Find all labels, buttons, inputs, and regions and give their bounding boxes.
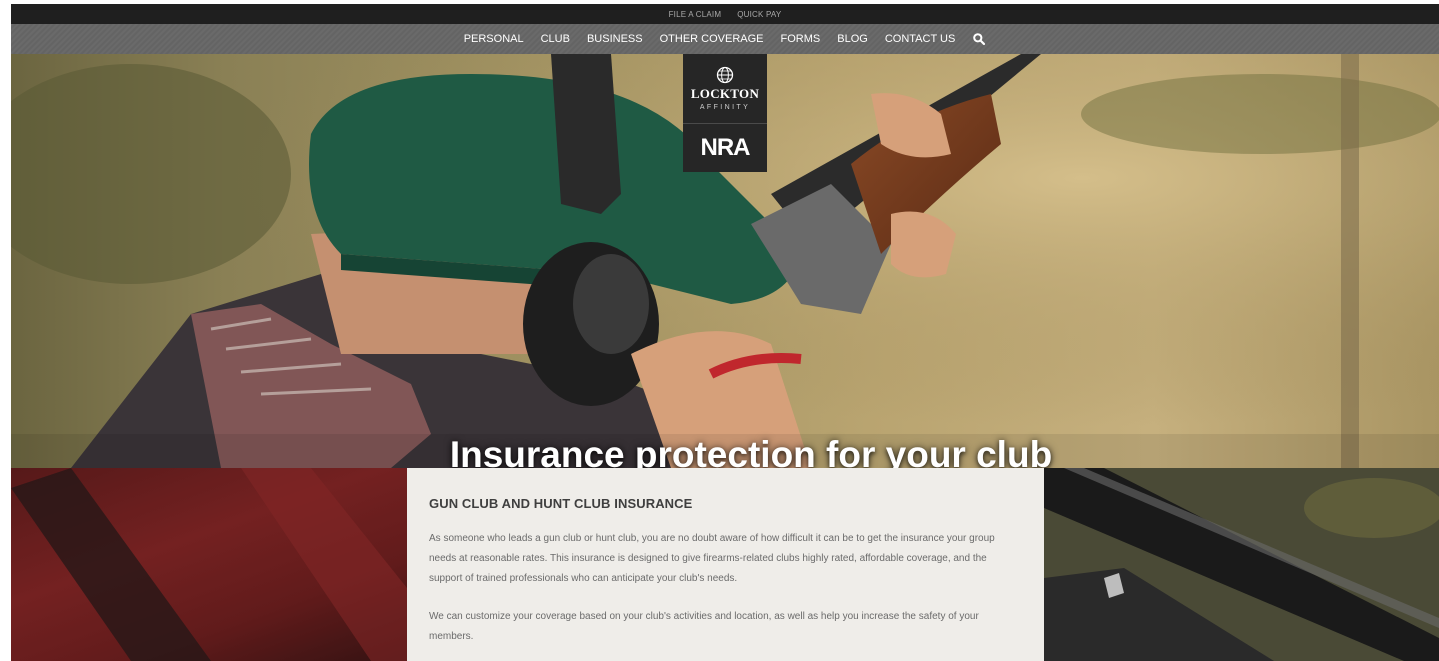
side-image-right (1044, 468, 1439, 661)
lockton-nra-logo[interactable]: LOCKTON AFFINITY NRA (683, 54, 767, 172)
nav-item-personal[interactable]: PERSONAL (464, 33, 524, 45)
nav-item-other-coverage[interactable]: OTHER COVERAGE (660, 33, 764, 45)
globe-icon (716, 66, 734, 84)
logo-sub-text: AFFINITY (699, 104, 751, 111)
nra-logo-text: NRA (700, 134, 751, 161)
search-icon[interactable] (972, 32, 986, 46)
nav-item-club[interactable]: CLUB (541, 33, 570, 45)
file-claim-link[interactable]: FILE A CLAIM (669, 10, 722, 19)
lockton-affinity-logo: LOCKTON AFFINITY (683, 54, 767, 124)
nav-item-business[interactable]: BUSINESS (587, 33, 643, 45)
utility-bar: FILE A CLAIM QUICK PAY (11, 4, 1439, 24)
side-image-left (11, 468, 407, 661)
content-panel: GUN CLUB AND HUNT CLUB INSURANCE As some… (407, 468, 1044, 661)
hero-banner: LOCKTON AFFINITY NRA Insurance protectio… (11, 54, 1439, 468)
logo-brand-text: LOCKTON (690, 86, 760, 101)
nav-item-contact-us[interactable]: CONTACT US (885, 33, 956, 45)
nav-item-blog[interactable]: BLOG (837, 33, 868, 45)
hero-title: Insurance protection for your club (449, 434, 1053, 468)
page-frame: FILE A CLAIM QUICK PAY PERSONAL CLUB BUS… (11, 4, 1439, 661)
nav-item-forms[interactable]: FORMS (781, 33, 821, 45)
lower-section: GUN CLUB AND HUNT CLUB INSURANCE As some… (11, 468, 1439, 661)
customize-paragraph: We can customize your coverage based on … (429, 611, 979, 642)
quick-pay-link[interactable]: QUICK PAY (737, 10, 781, 19)
intro-paragraph: As someone who leads a gun club or hunt … (429, 533, 995, 584)
main-nav: PERSONAL CLUB BUSINESS OTHER COVERAGE FO… (11, 24, 1439, 54)
section-heading: GUN CLUB AND HUNT CLUB INSURANCE (429, 496, 693, 511)
